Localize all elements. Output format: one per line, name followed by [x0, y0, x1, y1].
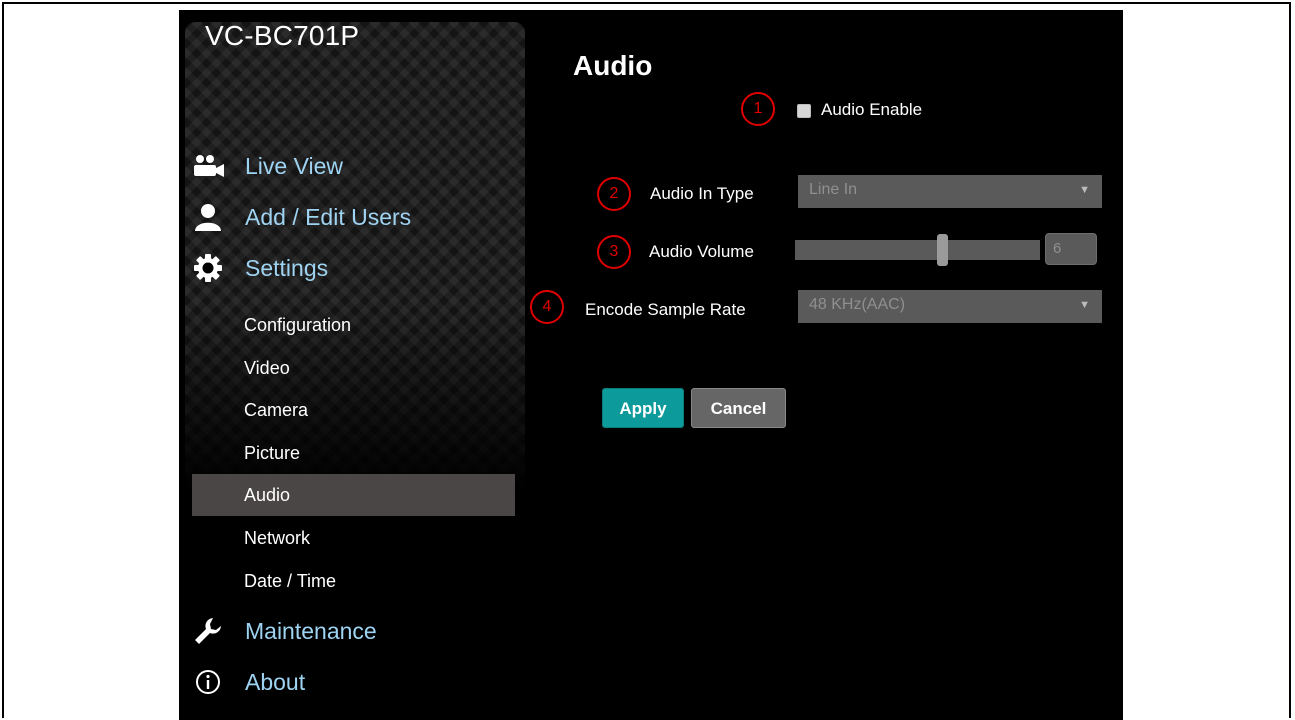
user-icon [191, 202, 225, 232]
nav-about-label: About [245, 668, 306, 695]
audio-volume-slider[interactable] [795, 234, 1040, 266]
sidebar-item-network[interactable]: Network [192, 517, 515, 559]
sidebar-item-camera[interactable]: Camera [192, 389, 515, 431]
slider-handle[interactable] [937, 234, 948, 266]
model-name: VC-BC701P [205, 20, 360, 51]
sidebar-item-audio[interactable]: Audio [192, 474, 515, 516]
web-ui-screen: VC-BC701P Live View Add / Edit Users Set… [179, 10, 1123, 720]
sidebar: VC-BC701P Live View Add / Edit Users Set… [179, 10, 525, 720]
annotation-marker-3: 3 [597, 235, 631, 269]
nav-about[interactable]: About [191, 667, 305, 697]
sidebar-item-video[interactable]: Video [192, 347, 515, 389]
nav-settings-label: Settings [245, 254, 329, 281]
sidebar-item-picture[interactable]: Picture [192, 432, 515, 474]
sidebar-item-configuration[interactable]: Configuration [192, 304, 515, 346]
cancel-button[interactable]: Cancel [691, 388, 786, 428]
audio-volume-label: Audio Volume [649, 242, 754, 261]
sidebar-item-date-time[interactable]: Date / Time [192, 560, 515, 602]
nav-live-view-label: Live View [245, 152, 344, 179]
chevron-down-icon: ▼ [1079, 299, 1090, 311]
nav-add-edit-users-label: Add / Edit Users [245, 203, 412, 230]
camera-users-icon [191, 151, 225, 181]
nav-maintenance-label: Maintenance [245, 617, 377, 644]
apply-button[interactable]: Apply [602, 388, 684, 428]
nav-maintenance[interactable]: Maintenance [191, 616, 377, 646]
nav-settings[interactable]: Settings [191, 253, 328, 283]
info-icon [191, 667, 225, 697]
nav-live-view[interactable]: Live View [191, 151, 343, 181]
audio-in-type-value: Line In [809, 181, 858, 198]
wrench-icon [191, 616, 225, 646]
audio-enable-label: Audio Enable [821, 100, 923, 119]
annotation-marker-4: 4 [530, 290, 564, 324]
chevron-down-icon: ▼ [1079, 184, 1090, 196]
annotation-marker-1: 1 [741, 92, 775, 126]
gear-icon [191, 253, 225, 283]
audio-volume-value[interactable]: 6 [1045, 233, 1097, 265]
audio-in-type-select[interactable]: Line In ▼ [798, 175, 1102, 208]
nav-add-edit-users[interactable]: Add / Edit Users [191, 202, 411, 232]
audio-settings-panel: Audio 1 Audio Enable 2 Audio In Type Lin… [525, 10, 1123, 720]
annotation-marker-2: 2 [597, 177, 631, 211]
encode-sample-rate-label: Encode Sample Rate [585, 300, 746, 319]
audio-enable-checkbox[interactable] [797, 104, 811, 118]
audio-in-type-label: Audio In Type [650, 184, 754, 203]
page-title: Audio [573, 50, 653, 81]
encode-sample-rate-select[interactable]: 48 KHz(AAC) ▼ [798, 290, 1102, 323]
encode-sample-rate-value: 48 KHz(AAC) [809, 296, 906, 313]
